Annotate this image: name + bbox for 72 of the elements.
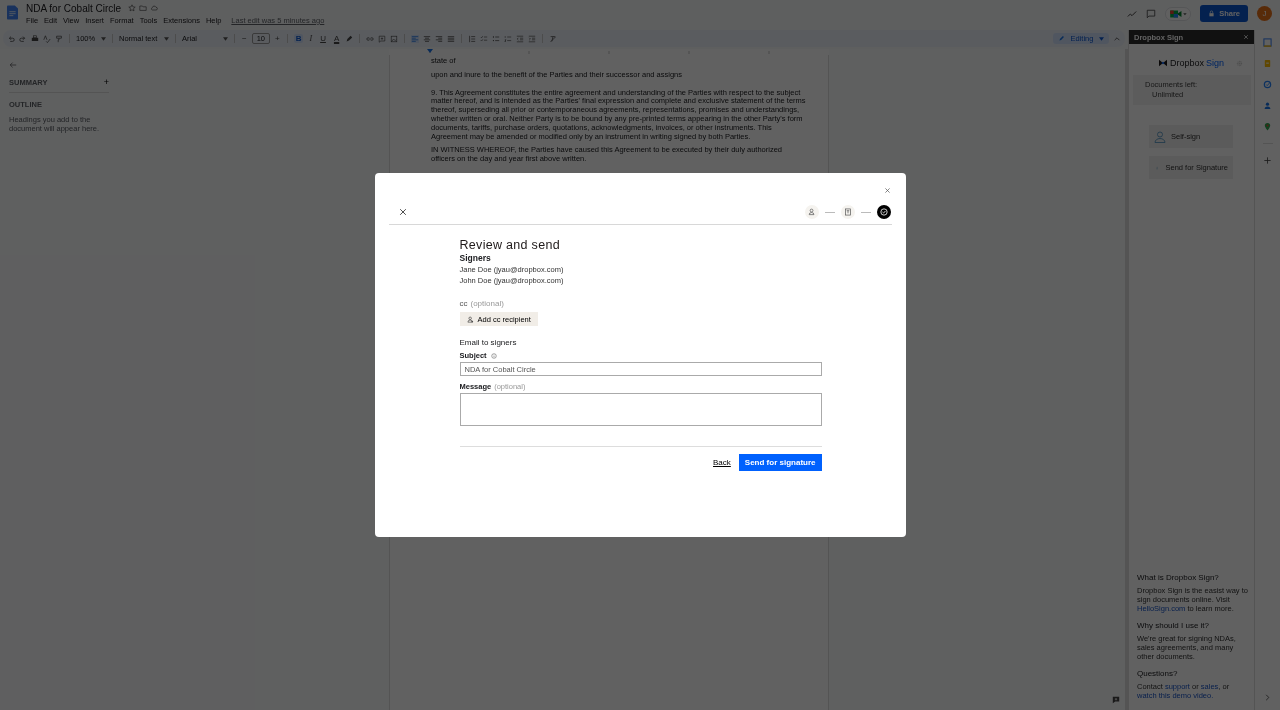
paint-format-icon[interactable] bbox=[55, 34, 63, 43]
docs-logo-icon[interactable] bbox=[7, 5, 18, 20]
image-icon[interactable] bbox=[390, 34, 399, 43]
calendar-icon[interactable] bbox=[1263, 38, 1272, 47]
align-icon[interactable] bbox=[411, 34, 420, 43]
check-step-icon[interactable] bbox=[876, 205, 891, 219]
increase-indent-icon[interactable] bbox=[528, 34, 537, 43]
close-icon[interactable] bbox=[398, 208, 407, 216]
align-icon[interactable] bbox=[447, 34, 456, 43]
undo-icon[interactable] bbox=[7, 34, 15, 43]
dialog-title: Review and send bbox=[459, 238, 560, 252]
send-button[interactable]: Send for signature bbox=[738, 454, 822, 471]
bulleted-list-icon[interactable] bbox=[492, 34, 501, 43]
video-call-icon[interactable] bbox=[1165, 6, 1192, 21]
contacts-icon[interactable] bbox=[1263, 101, 1272, 110]
tasks-icon[interactable] bbox=[1263, 80, 1272, 89]
caret-icon bbox=[164, 36, 169, 41]
dropbox-logo-icon bbox=[1159, 59, 1167, 67]
add-comment-icon[interactable] bbox=[378, 34, 387, 43]
decrease-indent-icon[interactable] bbox=[516, 34, 525, 43]
lock-icon bbox=[1208, 10, 1216, 17]
back-button[interactable]: Back bbox=[711, 458, 733, 467]
field-step-icon[interactable] bbox=[840, 205, 855, 219]
align-icon[interactable] bbox=[423, 34, 432, 43]
note-icon[interactable] bbox=[1263, 59, 1272, 68]
person-step-icon[interactable] bbox=[804, 205, 819, 219]
decrease-size-button[interactable]: − bbox=[241, 34, 248, 43]
redo-icon[interactable] bbox=[19, 34, 27, 43]
line-spacing-icon[interactable] bbox=[468, 34, 477, 43]
caret-icon bbox=[223, 36, 228, 41]
checklist-icon[interactable] bbox=[480, 34, 489, 43]
map-pin-icon[interactable] bbox=[1263, 122, 1272, 131]
user-avatar[interactable]: J bbox=[1257, 6, 1272, 21]
email-heading: Email to signers bbox=[459, 338, 517, 347]
folder-icon[interactable] bbox=[139, 4, 148, 12]
format-button[interactable]: A bbox=[331, 34, 342, 43]
spellcheck-icon[interactable] bbox=[43, 34, 51, 43]
expand-icon[interactable] bbox=[1263, 693, 1272, 702]
add-summary-button[interactable]: + bbox=[103, 77, 109, 87]
format-button[interactable]: I bbox=[307, 34, 315, 43]
trend-icon[interactable] bbox=[1127, 8, 1138, 19]
star-icon[interactable] bbox=[128, 4, 137, 12]
cloud-icon[interactable] bbox=[150, 4, 159, 12]
caret-icon bbox=[101, 36, 106, 41]
add-icon[interactable] bbox=[1263, 156, 1272, 165]
message-field[interactable] bbox=[459, 393, 822, 426]
format-button[interactable]: B bbox=[293, 34, 304, 43]
explore-icon[interactable] bbox=[1112, 696, 1120, 704]
pencil-icon bbox=[1058, 35, 1065, 42]
collapse-icon[interactable] bbox=[1113, 34, 1121, 43]
comment-icon[interactable] bbox=[1146, 8, 1157, 19]
highlighter-icon[interactable] bbox=[345, 34, 354, 43]
clear-formatting-icon[interactable] bbox=[549, 34, 558, 43]
close-icon[interactable] bbox=[883, 187, 891, 194]
signers-heading: Signers bbox=[459, 253, 491, 263]
person-icon bbox=[1154, 130, 1166, 143]
link-icon[interactable] bbox=[366, 34, 375, 43]
add-person-icon bbox=[466, 315, 474, 323]
increase-size-button[interactable]: + bbox=[274, 34, 281, 43]
back-arrow-icon[interactable] bbox=[9, 61, 17, 69]
info-heading: What is Dropbox Sign? bbox=[1137, 573, 1220, 582]
cc-label: cc bbox=[459, 299, 468, 308]
optional-note: (optional) bbox=[470, 299, 504, 308]
caret-icon bbox=[1099, 36, 1104, 41]
logo-accent: Sign bbox=[1206, 58, 1225, 68]
align-icon[interactable] bbox=[435, 34, 444, 43]
info-icon[interactable] bbox=[490, 352, 497, 359]
numbered-list-icon[interactable] bbox=[504, 34, 513, 43]
info-heading: Questions? bbox=[1137, 669, 1179, 678]
document-title[interactable]: NDA for Cobalt Circle bbox=[26, 2, 122, 14]
logo-wordmark: Dropbox bbox=[1170, 58, 1205, 68]
print-icon[interactable] bbox=[31, 34, 39, 43]
